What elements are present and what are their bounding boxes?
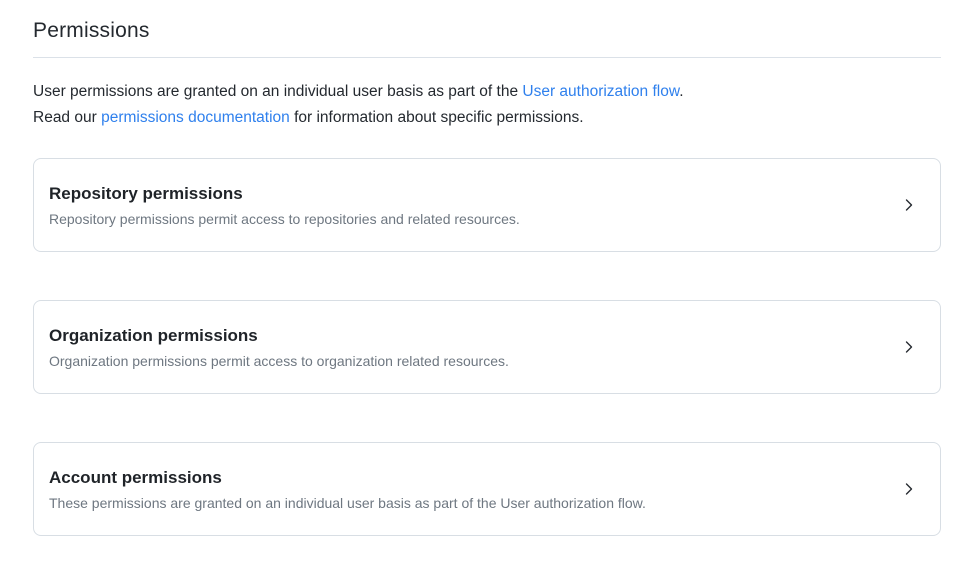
- user-authorization-flow-link[interactable]: User authorization flow: [522, 83, 679, 100]
- card-text-block: Account permissions These permissions ar…: [49, 467, 646, 512]
- intro-line2-text: Read our: [33, 109, 101, 126]
- card-repository-permissions[interactable]: Repository permissions Repository permis…: [33, 158, 941, 252]
- card-text-block: Organization permissions Organization pe…: [49, 325, 509, 370]
- intro-text: User permissions are granted on an indiv…: [33, 79, 941, 131]
- card-title: Account permissions: [49, 467, 646, 489]
- card-title: Repository permissions: [49, 183, 520, 205]
- intro-line1-text: User permissions are granted on an indiv…: [33, 83, 522, 100]
- page-title: Permissions: [33, 18, 941, 44]
- intro-line2-rest: for information about specific permissio…: [290, 109, 584, 126]
- card-account-permissions[interactable]: Account permissions These permissions ar…: [33, 442, 941, 536]
- card-organization-permissions[interactable]: Organization permissions Organization pe…: [33, 300, 941, 394]
- title-divider: [33, 57, 941, 58]
- card-text-block: Repository permissions Repository permis…: [49, 183, 520, 228]
- card-description: These permissions are granted on an indi…: [49, 494, 646, 512]
- chevron-right-icon[interactable]: [900, 480, 918, 498]
- card-description: Repository permissions permit access to …: [49, 210, 520, 228]
- card-description: Organization permissions permit access t…: [49, 352, 509, 370]
- chevron-right-icon[interactable]: [900, 338, 918, 356]
- card-title: Organization permissions: [49, 325, 509, 347]
- permissions-page: Permissions User permissions are granted…: [0, 0, 975, 566]
- chevron-right-icon[interactable]: [900, 196, 918, 214]
- permissions-documentation-link[interactable]: permissions documentation: [101, 109, 290, 126]
- intro-line1-period: .: [679, 83, 683, 100]
